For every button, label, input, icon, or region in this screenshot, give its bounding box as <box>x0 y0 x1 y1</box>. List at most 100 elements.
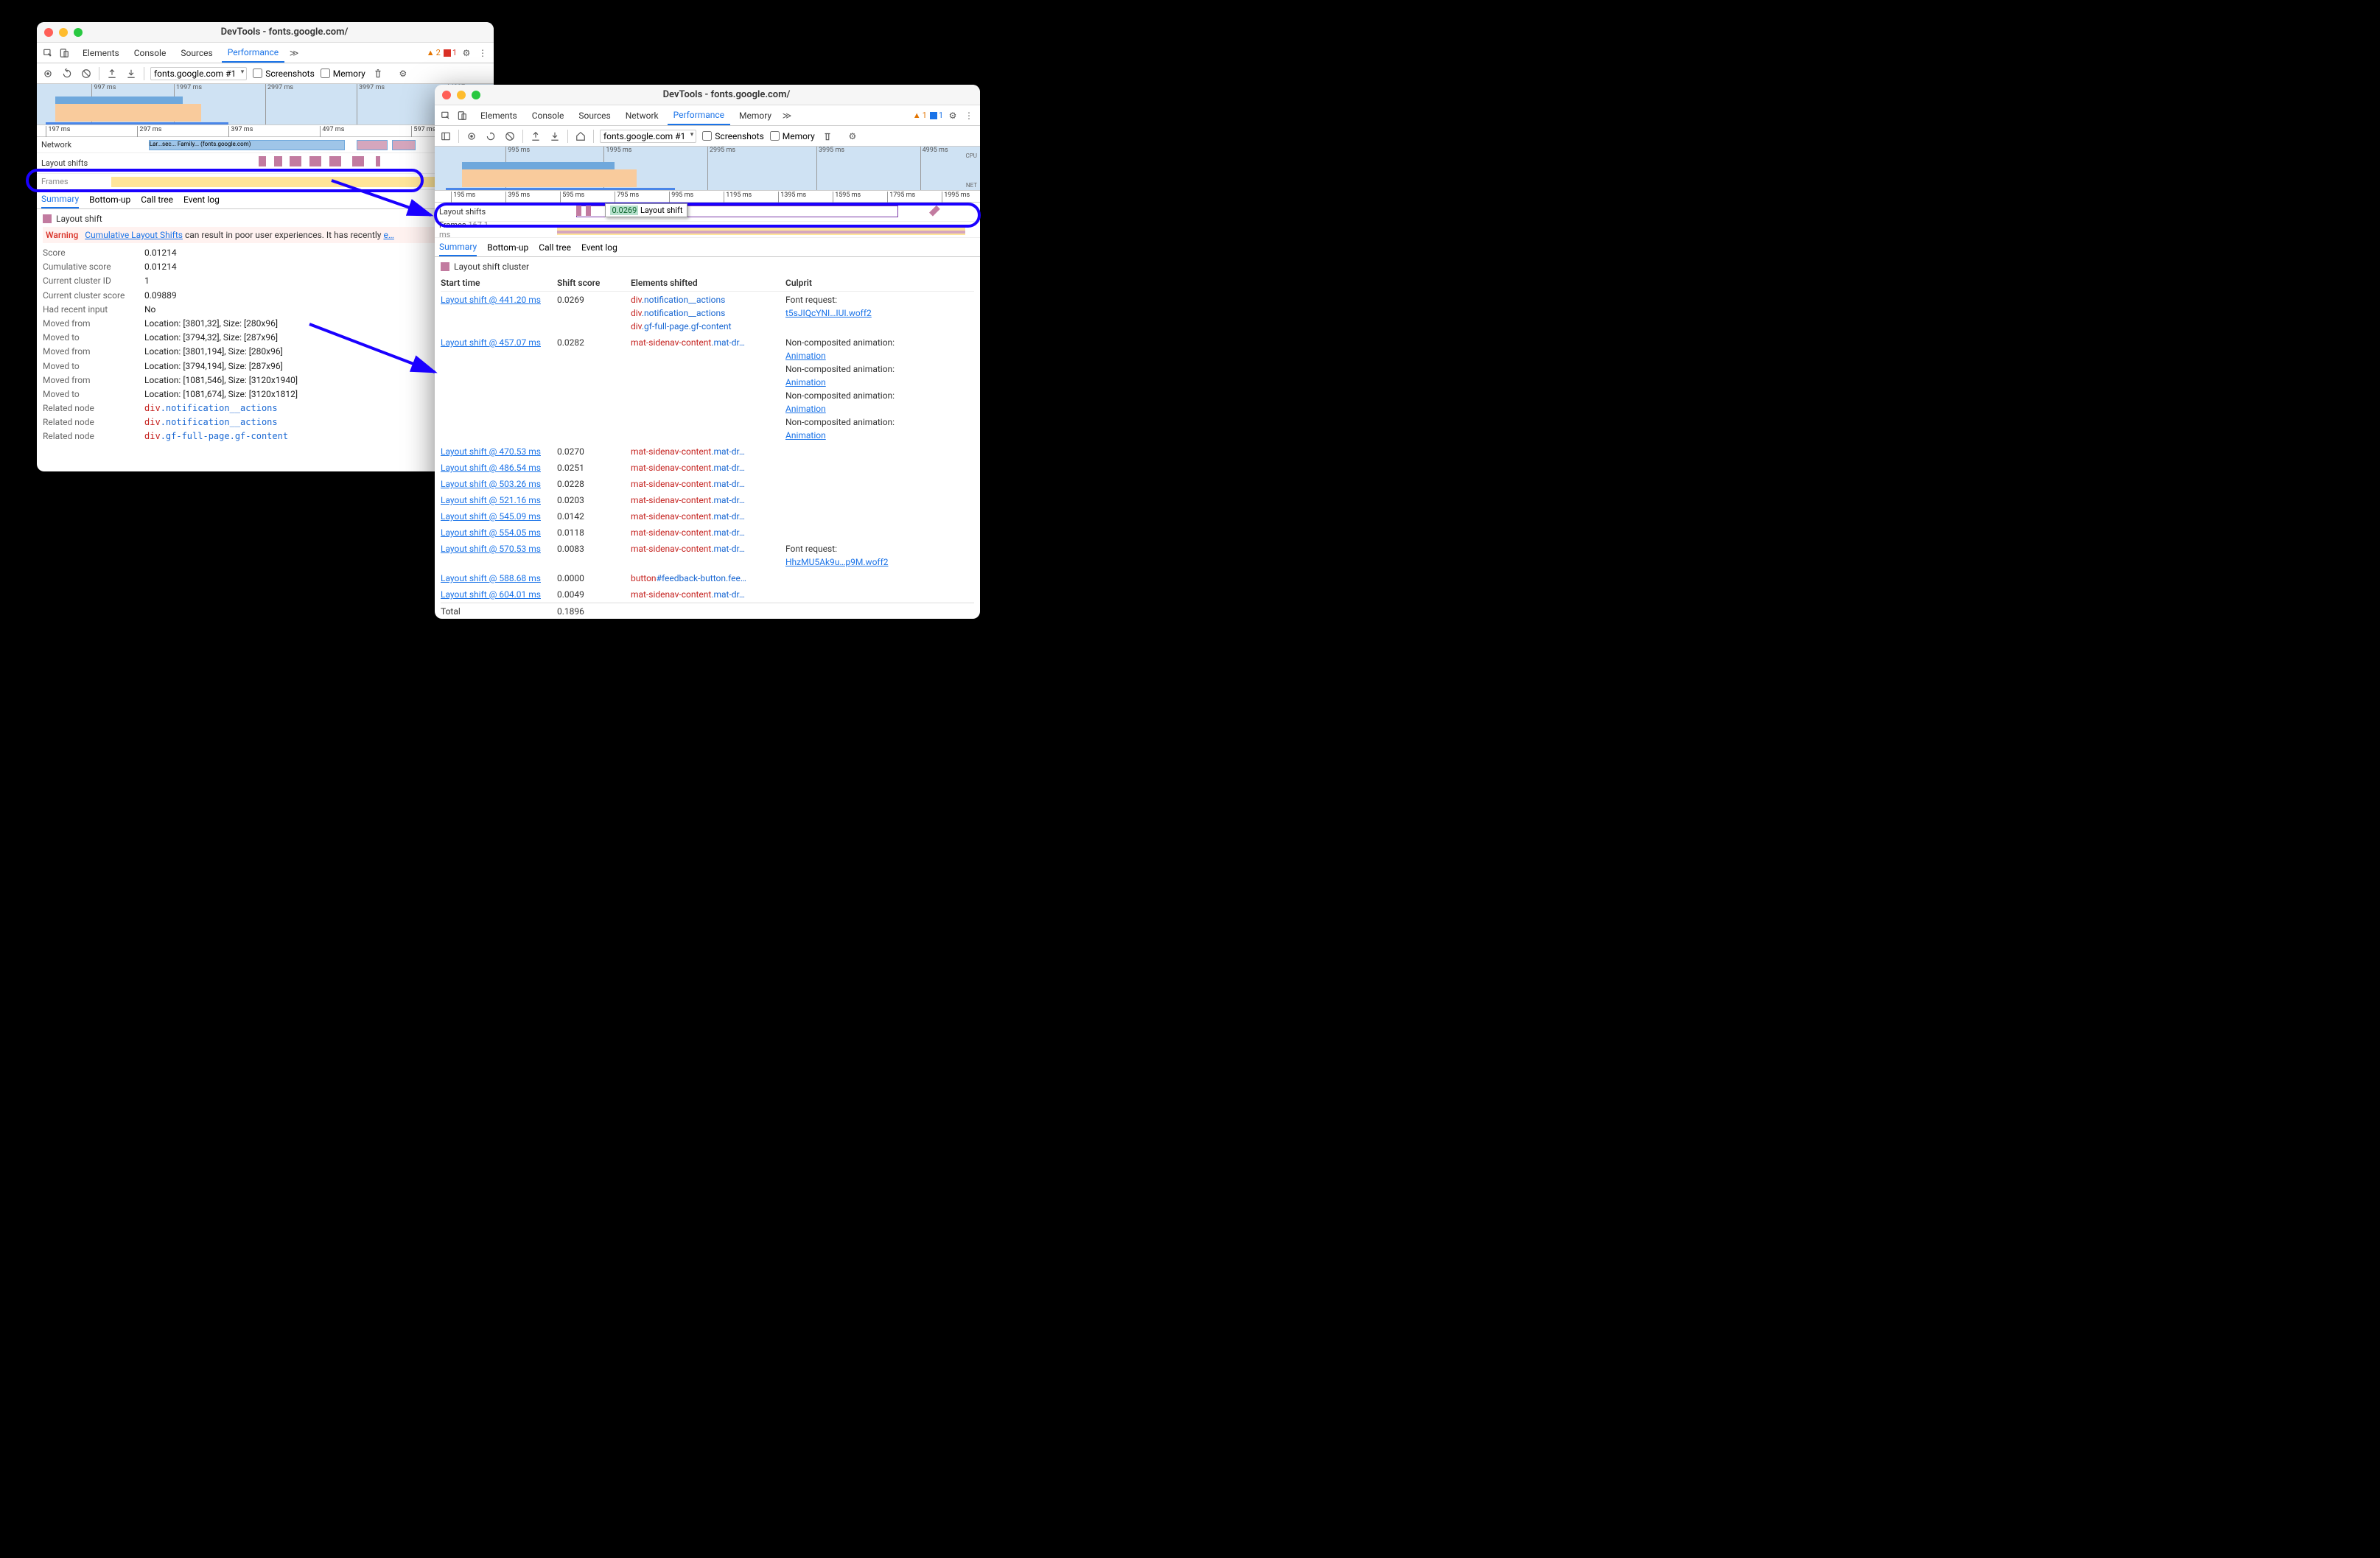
minimize-icon[interactable] <box>59 28 68 37</box>
gear-icon[interactable]: ⚙ <box>396 67 410 80</box>
titlebar[interactable]: DevTools - fonts.google.com/ <box>37 22 494 43</box>
inspect-icon[interactable] <box>439 109 452 122</box>
tab-sources[interactable]: Sources <box>573 107 616 124</box>
upload-icon[interactable] <box>105 67 119 80</box>
evolved-link[interactable]: e… <box>383 230 393 240</box>
clear-icon[interactable] <box>80 67 93 80</box>
info-badge[interactable]: 1 <box>930 110 943 120</box>
inspect-icon[interactable] <box>41 46 55 60</box>
kebab-icon[interactable]: ⋮ <box>476 46 489 60</box>
kebab-icon[interactable]: ⋮ <box>962 109 976 122</box>
tab-summary[interactable]: Summary <box>439 239 477 256</box>
gc-icon[interactable] <box>821 130 834 143</box>
frames-track[interactable]: Frames 167.1 ms <box>435 222 980 238</box>
frames-track[interactable]: Frames <box>37 174 494 190</box>
tab-sources[interactable]: Sources <box>175 44 218 62</box>
upload-icon[interactable] <box>529 130 542 143</box>
maximize-icon[interactable] <box>472 91 480 99</box>
tab-event-log[interactable]: Event log <box>183 192 220 208</box>
tab-network[interactable]: Network <box>620 107 665 124</box>
tab-call-tree[interactable]: Call tree <box>539 239 571 256</box>
warning-badge[interactable]: ▲ 1 <box>913 110 927 120</box>
memory-checkbox[interactable]: Memory <box>770 131 815 141</box>
session-dropdown[interactable]: fonts.google.com #1 <box>150 67 247 80</box>
screenshots-checkbox[interactable]: Screenshots <box>253 69 314 79</box>
reload-icon[interactable] <box>484 130 497 143</box>
titlebar[interactable]: DevTools - fonts.google.com/ <box>435 85 980 105</box>
tab-summary[interactable]: Summary <box>41 191 79 208</box>
tab-memory[interactable]: Memory <box>733 107 777 124</box>
tab-event-log[interactable]: Event log <box>581 239 617 256</box>
time-ruler[interactable]: 195 ms 395 ms 595 ms 795 ms 995 ms 1195 … <box>435 191 980 203</box>
gear-icon[interactable]: ⚙ <box>946 109 959 122</box>
warning-badge[interactable]: ▲ 2 <box>427 48 441 57</box>
tab-elements[interactable]: Elements <box>475 107 523 124</box>
tab-performance[interactable]: Performance <box>222 43 284 63</box>
culprit-link[interactable]: t5sJIQcYNI…IUI.woff2 <box>785 308 872 318</box>
layout-shift-link[interactable]: Layout shift @ 604.01 ms <box>441 589 541 600</box>
detail-row: Current cluster ID1 <box>43 274 488 288</box>
layout-shift-link[interactable]: Layout shift @ 545.09 ms <box>441 511 541 522</box>
screenshots-checkbox[interactable]: Screenshots <box>702 131 763 141</box>
detail-row: Current cluster score0.09889 <box>43 289 488 303</box>
device-icon[interactable] <box>57 46 71 60</box>
culprit-link[interactable]: Animation <box>785 430 826 441</box>
home-icon[interactable] <box>574 130 587 143</box>
error-badge[interactable]: 1 <box>444 48 457 57</box>
minimize-icon[interactable] <box>457 91 466 99</box>
memory-checkbox[interactable]: Memory <box>321 69 365 79</box>
layout-shift-link[interactable]: Layout shift @ 470.53 ms <box>441 446 541 457</box>
more-tabs-icon[interactable]: ≫ <box>780 109 794 122</box>
gc-icon[interactable] <box>371 67 385 80</box>
cls-link[interactable]: Cumulative Layout Shifts <box>85 230 183 240</box>
record-icon[interactable] <box>465 130 478 143</box>
detail-row: Moved toLocation: [1081,674], Size: [312… <box>43 387 488 401</box>
culprit-link[interactable]: Animation <box>785 404 826 414</box>
download-icon[interactable] <box>125 67 138 80</box>
more-tabs-icon[interactable]: ≫ <box>287 46 301 60</box>
layout-shift-link[interactable]: Layout shift @ 570.53 ms <box>441 544 541 554</box>
layout-shift-link[interactable]: Layout shift @ 521.16 ms <box>441 495 541 505</box>
reload-icon[interactable] <box>60 67 74 80</box>
close-icon[interactable] <box>44 28 53 37</box>
table-row: Layout shift @ 521.16 ms0.0203mat-sidena… <box>441 492 974 508</box>
close-icon[interactable] <box>442 91 451 99</box>
network-track[interactable]: Network Lar...sec... Family... (fonts.go… <box>37 137 494 153</box>
tab-console[interactable]: Console <box>128 44 172 62</box>
summary-panel: Layout shift cluster Start time Shift sc… <box>435 257 980 619</box>
culprit-link[interactable]: HhzMU5Ak9u…p9M.woff2 <box>785 557 889 567</box>
tab-elements[interactable]: Elements <box>77 44 125 62</box>
layout-shift-link[interactable]: Layout shift @ 554.05 ms <box>441 527 541 538</box>
tab-console[interactable]: Console <box>526 107 570 124</box>
culprit-link[interactable]: Animation <box>785 351 826 361</box>
main-tabs: Elements Console Sources Network Perform… <box>435 105 980 126</box>
record-icon[interactable] <box>41 67 55 80</box>
clear-icon[interactable] <box>503 130 517 143</box>
gear-icon[interactable]: ⚙ <box>460 46 473 60</box>
device-icon[interactable] <box>455 109 469 122</box>
table-row: Layout shift @ 554.05 ms0.0118mat-sidena… <box>441 524 974 541</box>
overview-timeline[interactable]: 995 ms 1995 ms 2995 ms 3995 ms 4995 ms C… <box>435 147 980 191</box>
culprit-link[interactable]: Animation <box>785 377 826 387</box>
layout-shift-link[interactable]: Layout shift @ 457.07 ms <box>441 337 541 348</box>
time-ruler[interactable]: 197 ms 297 ms 397 ms 497 ms 597 ms <box>37 125 494 137</box>
layout-shift-link[interactable]: Layout shift @ 503.26 ms <box>441 479 541 489</box>
tab-performance[interactable]: Performance <box>668 106 730 125</box>
maximize-icon[interactable] <box>74 28 83 37</box>
warning-message: Warning Cumulative Layout Shifts can res… <box>43 227 488 243</box>
tab-bottom-up[interactable]: Bottom-up <box>487 239 528 256</box>
download-icon[interactable] <box>548 130 561 143</box>
tab-call-tree[interactable]: Call tree <box>141 192 173 208</box>
layout-shifts-track[interactable]: Layout shifts 0.0269 Layout shift <box>435 203 980 222</box>
layout-shift-link[interactable]: Layout shift @ 441.20 ms <box>441 295 541 305</box>
layout-shifts-track[interactable]: Layout shifts <box>37 153 494 174</box>
detail-row: Moved toLocation: [3794,194], Size: [287… <box>43 359 488 373</box>
sidebar-icon[interactable] <box>439 130 452 143</box>
gear-icon[interactable]: ⚙ <box>846 130 859 143</box>
layout-shift-link[interactable]: Layout shift @ 486.54 ms <box>441 463 541 473</box>
tab-bottom-up[interactable]: Bottom-up <box>89 192 130 208</box>
window-title: DevTools - fonts.google.com/ <box>480 89 973 100</box>
overview-timeline[interactable]: 997 ms 1997 ms 2997 ms 3997 ms 4997 ms <box>37 84 494 125</box>
session-dropdown[interactable]: fonts.google.com #1 <box>600 130 696 143</box>
layout-shift-link[interactable]: Layout shift @ 588.68 ms <box>441 573 541 583</box>
